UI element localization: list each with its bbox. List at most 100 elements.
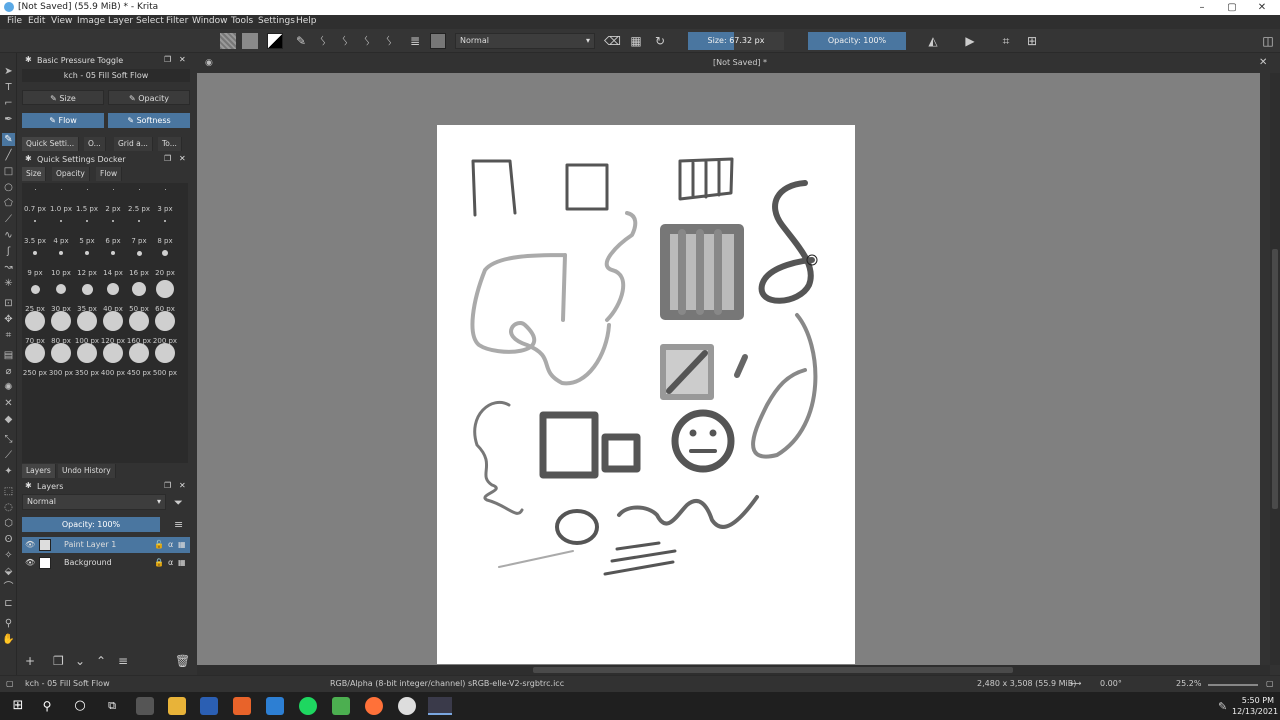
- brush-size-dot[interactable]: [112, 220, 114, 222]
- windows-start-icon[interactable]: ⊞: [9, 697, 27, 715]
- brush-size-label[interactable]: 7 px: [126, 237, 152, 245]
- crop-tool-icon[interactable]: ⌗: [2, 329, 15, 342]
- size-toggle-button[interactable]: ✎ Size: [22, 90, 104, 105]
- fg-bg-color-swatch[interactable]: [267, 33, 283, 49]
- smart-patch-tool-icon[interactable]: ✺: [2, 381, 15, 394]
- opacity-toggle-button[interactable]: ✎ Opacity: [108, 90, 190, 105]
- tab-flow[interactable]: Flow: [96, 167, 123, 181]
- brush-size-label[interactable]: 250 px: [22, 369, 48, 377]
- menu-settings[interactable]: Settings: [258, 16, 295, 26]
- menu-select[interactable]: Select: [136, 16, 164, 26]
- brush-size-dot[interactable]: [138, 188, 140, 190]
- menu-file[interactable]: File: [7, 16, 22, 26]
- calligraphy-tool-icon[interactable]: ✒: [2, 113, 15, 126]
- size-slider[interactable]: Size: 67.32 px: [688, 32, 784, 50]
- brush-size-dot[interactable]: [138, 220, 140, 222]
- float-docker-icon[interactable]: ❐: [164, 481, 171, 490]
- brush-size-dot[interactable]: [129, 311, 149, 331]
- tab-layers[interactable]: Layers: [22, 464, 56, 478]
- freehand-brush-tool-icon[interactable]: ✎: [2, 133, 15, 146]
- preserve-alpha-icon[interactable]: ▦: [628, 33, 644, 49]
- rotate-icon[interactable]: ⟷: [1070, 679, 1081, 688]
- brush-size-label[interactable]: 1.5 px: [74, 205, 100, 213]
- brush-size-label[interactable]: 1.0 px: [48, 205, 74, 213]
- multibrush-tool-icon[interactable]: ✳: [2, 277, 15, 290]
- status-zoom[interactable]: 25.2%: [1176, 679, 1201, 688]
- brush-size-dot[interactable]: [25, 343, 45, 363]
- mirror-vertical-icon[interactable]: ▶: [962, 33, 978, 49]
- minimize-button[interactable]: –: [1186, 0, 1218, 15]
- pin-tool-icon[interactable]: ✦: [2, 465, 15, 478]
- brush-size-label[interactable]: 20 px: [152, 269, 178, 277]
- brush-size-dot[interactable]: [103, 343, 123, 363]
- add-layer-icon[interactable]: +: [25, 654, 35, 668]
- brush-size-label[interactable]: 350 px: [74, 369, 100, 377]
- brush-size-dot[interactable]: [132, 282, 146, 296]
- brush-size-dot[interactable]: [81, 283, 93, 295]
- layer-row[interactable]: 👁 Paint Layer 1 🔓 α ▦: [22, 537, 190, 553]
- brush-size-dot[interactable]: [77, 311, 97, 331]
- measure-tool-icon[interactable]: ⤡: [2, 433, 15, 446]
- obs-icon[interactable]: [398, 697, 416, 715]
- filter-icon[interactable]: ⏷: [174, 496, 183, 510]
- brush-size-dot[interactable]: [164, 220, 166, 222]
- lock-icon[interactable]: 🔒: [154, 555, 164, 571]
- tab-opacity[interactable]: Opacity: [52, 167, 90, 181]
- brush-settings-icon[interactable]: ≣: [407, 33, 423, 49]
- menu-layer[interactable]: Layer: [108, 16, 133, 26]
- brush-size-label[interactable]: 9 px: [22, 269, 48, 277]
- brush-size-dot[interactable]: [85, 251, 89, 255]
- brush-size-label[interactable]: 450 px: [126, 369, 152, 377]
- line-tool-icon[interactable]: ╱: [2, 149, 15, 162]
- spotify-icon[interactable]: [299, 697, 317, 715]
- close-docker-icon[interactable]: ✕: [179, 55, 186, 64]
- brush-size-dot[interactable]: [86, 188, 88, 190]
- alpha-lock-icon[interactable]: α: [168, 537, 173, 553]
- pen-icon[interactable]: ✎: [1218, 700, 1227, 713]
- brush-size-label[interactable]: 300 px: [48, 369, 74, 377]
- text-tool-icon[interactable]: T: [2, 81, 15, 94]
- brush-size-dot[interactable]: [30, 284, 40, 294]
- vertical-scrollbar[interactable]: [1270, 73, 1280, 665]
- file-explorer-icon[interactable]: [168, 697, 186, 715]
- gear-icon[interactable]: ✱: [25, 481, 32, 490]
- similar-select-tool-icon[interactable]: ⬙: [2, 565, 15, 578]
- brush-size-dot[interactable]: [51, 311, 71, 331]
- tab-tool-options[interactable]: To...: [158, 137, 182, 151]
- softness-toggle-button[interactable]: ✎ Softness: [108, 113, 190, 128]
- cortana-icon[interactable]: ○: [71, 697, 89, 715]
- brush-icon[interactable]: ✎: [293, 33, 309, 49]
- brush-size-label[interactable]: 4 px: [48, 237, 74, 245]
- brush-preset-thumbnail[interactable]: [430, 33, 446, 49]
- brush-size-label[interactable]: 3.5 px: [22, 237, 48, 245]
- reference-tool-icon[interactable]: ⟋: [2, 449, 15, 462]
- polyline-tool-icon[interactable]: ⟋: [2, 213, 15, 226]
- brush-size-label[interactable]: 14 px: [100, 269, 126, 277]
- horizontal-scroll-thumb[interactable]: [533, 667, 1013, 673]
- brush-size-label[interactable]: 16 px: [126, 269, 152, 277]
- brush-size-dot[interactable]: [103, 311, 123, 331]
- brush-size-dot[interactable]: [111, 251, 115, 255]
- move-down-icon[interactable]: ⌄: [75, 654, 85, 668]
- close-docker-icon[interactable]: ✕: [179, 154, 186, 163]
- close-docker-icon[interactable]: ✕: [179, 481, 186, 490]
- color-picker-tool-icon[interactable]: ⌀: [2, 365, 15, 378]
- brush-size-label[interactable]: 0.7 px: [22, 205, 48, 213]
- flow-toggle-button[interactable]: ✎ Flow: [22, 113, 104, 128]
- move-tool-icon[interactable]: ✥: [2, 313, 15, 326]
- reload-preset-icon[interactable]: ↻: [652, 33, 668, 49]
- mirror-horizontal-icon[interactable]: ◭: [925, 33, 941, 49]
- wrap-icon[interactable]: ⊞: [1024, 33, 1040, 49]
- tab-quick-settings[interactable]: Quick Setti...: [22, 137, 80, 151]
- magnetic-select-tool-icon[interactable]: ⊏: [2, 597, 15, 610]
- fill-tool-icon[interactable]: ◆: [2, 413, 15, 426]
- menu-filter[interactable]: Filter: [166, 16, 188, 26]
- float-docker-icon[interactable]: ❐: [164, 154, 171, 163]
- status-colorspace[interactable]: RGB/Alpha (8-bit integer/channel) sRGB-e…: [330, 679, 564, 688]
- opacity-slider[interactable]: Opacity: 100%: [808, 32, 906, 50]
- brush-size-label[interactable]: 10 px: [48, 269, 74, 277]
- polygon-tool-icon[interactable]: ⬠: [2, 197, 15, 210]
- brush-size-label[interactable]: 2.5 px: [126, 205, 152, 213]
- trash-icon[interactable]: 🗑: [175, 654, 190, 668]
- vscode-icon[interactable]: [266, 697, 284, 715]
